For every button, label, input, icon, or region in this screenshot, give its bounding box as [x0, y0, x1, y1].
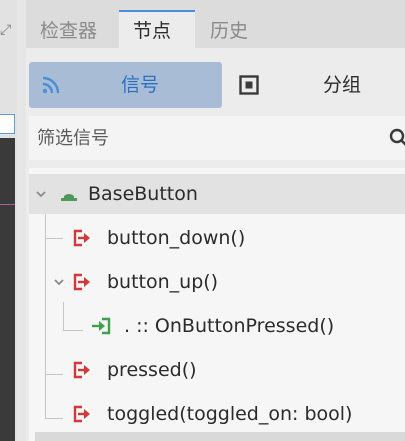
signal-tree: BaseButton button_down() button_up() .:… [29, 168, 405, 441]
groups-mode-label: 分组 [323, 74, 362, 96]
tree-row-signal[interactable]: toggled(toggled_on: bool) [29, 394, 405, 434]
tab-history[interactable]: 历史 [196, 10, 262, 48]
node-dock: 检查器 节点 历史 信号 分组 筛选信号 BaseButton button_d… [26, 0, 405, 441]
signal-label: button_up() [107, 271, 219, 293]
tree-next-row-edge [35, 432, 405, 441]
expand-icon[interactable]: ⤢ [0, 20, 12, 40]
tree-row-signal[interactable]: button_down() [29, 218, 405, 258]
signal-icon [73, 405, 90, 423]
tab-inspector[interactable]: 检查器 [26, 10, 111, 48]
node-panel: 信号 分组 筛选信号 BaseButton button_down() butt… [26, 48, 405, 441]
signals-mode-label: 信号 [121, 74, 160, 96]
signal-label: toggled(toggled_on: bool) [107, 403, 353, 425]
connection-label: . :: OnButtonPressed() [124, 315, 335, 337]
groups-mode-button[interactable]: 分组 [229, 62, 405, 108]
signal-icon [73, 273, 90, 291]
tree-row-connection[interactable]: . :: OnButtonPressed() [29, 306, 405, 346]
signal-icon [73, 361, 90, 379]
viewport-guide-line [0, 204, 15, 205]
signal-filter-input[interactable] [37, 116, 377, 160]
signal-wifi-icon [42, 76, 60, 94]
signal-label: pressed() [107, 359, 197, 381]
signal-filter-box [29, 116, 405, 160]
slot-connection-icon [92, 317, 111, 335]
signal-label: button_down() [107, 227, 246, 249]
group-square-icon [239, 75, 259, 95]
search-icon[interactable] [389, 128, 405, 148]
adjacent-input-edge[interactable] [0, 114, 15, 134]
root-node-label: BaseButton [88, 183, 198, 205]
tree-row-signal[interactable]: pressed() [29, 350, 405, 390]
adjacent-panel-edge: ⤢ [0, 0, 17, 441]
chevron-down-icon[interactable] [35, 188, 47, 200]
mode-switch: 信号 分组 [29, 62, 405, 108]
tree-root-row[interactable]: BaseButton [29, 174, 405, 214]
viewport-edge [0, 138, 15, 441]
chevron-down-icon[interactable] [53, 276, 65, 288]
tree-row-signal[interactable]: button_up() [29, 262, 405, 302]
node-button-icon [61, 194, 77, 201]
signals-mode-button[interactable]: 信号 [29, 62, 222, 108]
tab-node[interactable]: 节点 [119, 10, 195, 48]
dock-tab-bar: 检查器 节点 历史 [26, 10, 405, 48]
signal-icon [73, 229, 90, 247]
